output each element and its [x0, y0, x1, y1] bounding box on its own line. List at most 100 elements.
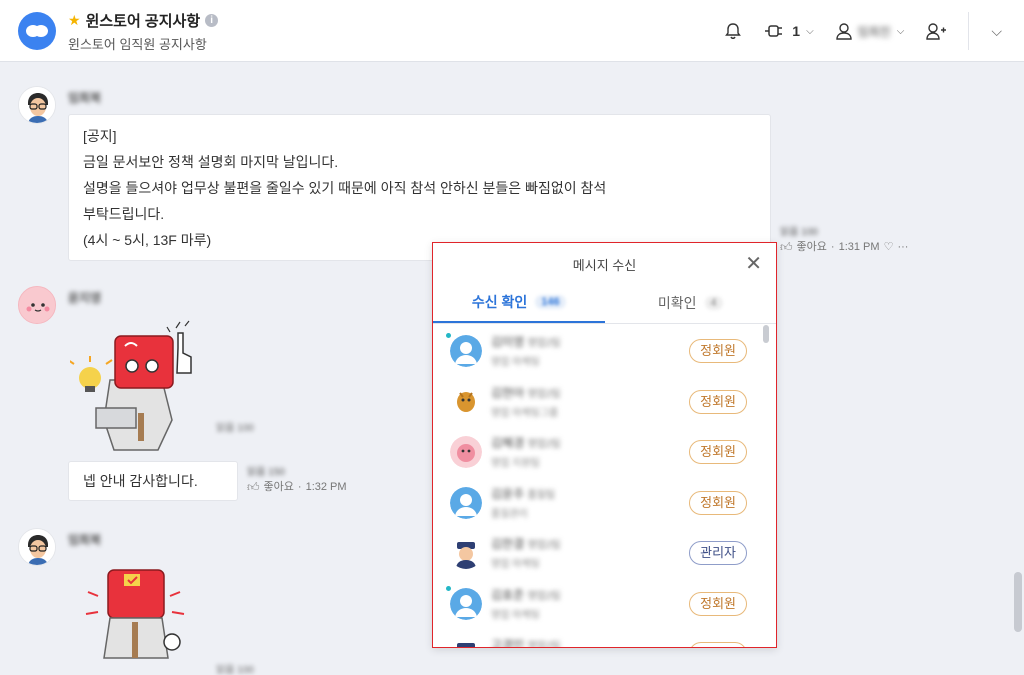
message-bubble[interactable]: [공지] 금일 문서보안 정책 설명회 마지막 날입니다. 설명을 들으셔야 업… — [68, 114, 771, 261]
chevron-down-icon: ⌵ — [896, 25, 905, 37]
member-avatar[interactable] — [450, 385, 482, 418]
member-subtitle: 영업 지원팀 — [491, 458, 540, 469]
room-subtitle: 윈스토어 임직원 공지사항 — [68, 37, 207, 52]
member-name: 김현아 영업2팀 — [491, 385, 561, 400]
member-row[interactable]: 김윤주 품질팀품질관리 정회원 — [433, 477, 776, 528]
bell-icon — [725, 23, 742, 40]
message-bubble[interactable]: 넵 안내 감사합니다. — [68, 461, 238, 501]
info-icon[interactable]: i — [205, 14, 219, 27]
online-dot — [446, 585, 451, 591]
sticker-read-count[interactable]: 읽음 100 — [216, 661, 254, 675]
chevron-down-icon: ⌵ — [806, 25, 814, 37]
message-receipt-popup: 메시지 수신 ✕ 수신 확인 146 미확인 4 김미영 영업2팀 영업 마케팅 정… — [432, 242, 777, 648]
notification-button[interactable] — [724, 22, 742, 40]
popup-scrollbar[interactable] — [763, 325, 769, 343]
header-divider — [968, 12, 970, 50]
thumbs-up-icon[interactable]: 👍︎ — [780, 240, 793, 255]
member-name: 김윤주 품질팀 — [491, 486, 556, 501]
member-subtitle: 영업 마케팅 — [491, 609, 540, 621]
role-badge: 정회원 — [689, 339, 747, 363]
member-row[interactable]: 고경민 영업2팀영업 마케팅정회원 — [433, 628, 776, 647]
sender-name: 임희북 — [68, 533, 102, 547]
member-row[interactable]: 김한결 영업2팀영업 마케팅 관리자 — [433, 527, 776, 578]
message-text: 넵 안내 감사합니다. — [83, 473, 198, 489]
sticker-red-character — [85, 569, 185, 659]
message-line: 설명을 들으셔야 업무상 불편을 줄일수 있기 때문에 아직 참석 안하신 분들… — [83, 180, 607, 196]
member-name: 김효준 영업2팀 — [491, 587, 561, 602]
role-badge: 관리자 — [689, 541, 747, 565]
role-badge: 정회원 — [689, 490, 747, 515]
member-subtitle: 영업 마케팅 — [491, 559, 540, 570]
sender-name: 임희북 — [68, 91, 102, 105]
member-row[interactable]: 김혜경 영업2팀영업 지원팀 정회원 — [433, 426, 776, 477]
more-menu-button[interactable]: ⌵ — [991, 23, 1002, 40]
message-line: 부탁드립니다. — [83, 206, 165, 222]
sticker-read-count[interactable]: 읽음 100 — [216, 419, 254, 434]
role-badge: 정회원 — [689, 440, 747, 464]
chevron-down-icon: ⌵ — [991, 22, 1002, 39]
tab-unread[interactable]: 미확인 4 — [605, 283, 777, 323]
member-row[interactable]: 김미영 영업2팀영업 마케팅 정회원 — [433, 325, 776, 376]
member-row[interactable]: 김현아 영업2팀영업 마케팅그룹 정회원 — [433, 376, 776, 427]
message-meta: 읽음 150 👍︎ 좋아요 · 1:32 PM — [247, 465, 347, 495]
heart-icon[interactable]: ♡ — [884, 240, 894, 255]
member-name: 김한결 영업2팀 — [491, 537, 561, 551]
room-title: 윈스토어 공지사항 — [85, 13, 201, 30]
avatar[interactable] — [18, 86, 56, 124]
role-badge: 정회원 — [689, 591, 747, 616]
message-time: 1:32 PM — [305, 481, 347, 493]
plug-icon — [765, 25, 783, 37]
role-badge: 정회원 — [689, 389, 747, 414]
more-icon[interactable]: ··· — [897, 240, 908, 255]
member-avatar[interactable] — [450, 537, 482, 569]
member-name: 김혜경 영업2팀 — [491, 436, 561, 450]
member-avatar[interactable] — [450, 587, 482, 620]
tab-label: 수신 확인 — [471, 294, 528, 310]
message-line: [공지] — [83, 128, 117, 144]
member-name: 김미영 영업2팀 — [491, 335, 561, 349]
member-avatar[interactable] — [450, 335, 482, 367]
tab-read[interactable]: 수신 확인 146 — [433, 283, 605, 323]
add-user-icon — [926, 23, 947, 40]
thumbs-up-icon[interactable]: 👍︎ — [247, 480, 260, 495]
chat-logo-icon — [18, 12, 56, 50]
member-subtitle: 영업 마케팅 — [491, 357, 540, 368]
like-label[interactable]: 좋아요 — [264, 480, 294, 495]
chat-header: ★ 윈스토어 공지사항 i 윈스토어 임직원 공지사항 1 ⌵ 임희진 ⌵ ⌵ — [0, 0, 1024, 62]
user-icon — [835, 23, 852, 40]
sticker-red-character — [70, 320, 192, 451]
message-line: 금일 문서보안 정책 설명회 마지막 날입니다. — [83, 154, 339, 170]
message-time: 1:31 PM — [838, 241, 880, 253]
star-icon[interactable]: ★ — [68, 12, 81, 29]
user-menu-button[interactable]: 임희진 ⌵ — [835, 22, 905, 40]
page-scrollbar[interactable] — [1014, 572, 1022, 632]
member-name: 고경민 영업2팀 — [491, 638, 561, 647]
member-avatar[interactable] — [450, 436, 482, 468]
title-row: ★ 윈스토어 공지사항 i — [68, 10, 219, 31]
user-name: 임희진 — [857, 24, 891, 39]
message-meta: 읽음 100 👍︎ 좋아요 · 1:31 PM ♡ ··· — [780, 225, 909, 255]
member-list: 김미영 영업2팀 영업 마케팅 정회원 김현아 영업2팀 영업 마케팅그룹 정회원 김혜경 … — [433, 325, 776, 647]
close-icon[interactable]: ✕ — [745, 251, 762, 276]
role-badge: 정회원 — [689, 642, 747, 647]
tab-count: 146 — [535, 295, 566, 309]
connection-count: 1 — [792, 23, 801, 39]
tab-label: 미확인 — [657, 295, 697, 311]
receipt-tabs: 수신 확인 146 미확인 4 — [433, 283, 776, 324]
member-subtitle: 품질관리 — [491, 508, 528, 520]
member-subtitle: 영업 마케팅그룹 — [491, 407, 559, 419]
read-count[interactable]: 읽음 150 — [247, 465, 347, 480]
sender-name: 윤지영 — [68, 291, 102, 305]
connection-button[interactable]: 1 ⌵ — [764, 23, 814, 39]
avatar[interactable] — [18, 528, 56, 566]
add-member-button[interactable] — [926, 22, 947, 40]
member-avatar[interactable] — [450, 486, 482, 519]
like-label[interactable]: 좋아요 — [797, 240, 827, 255]
avatar[interactable] — [18, 286, 56, 324]
read-count[interactable]: 읽음 100 — [780, 225, 908, 240]
header-actions: 1 ⌵ 임희진 ⌵ ⌵ — [724, 0, 1024, 62]
popup-title: 메시지 수신 — [572, 258, 637, 273]
online-dot — [446, 333, 451, 338]
member-row[interactable]: 김효준 영업2팀영업 마케팅 정회원 — [433, 578, 776, 629]
member-avatar[interactable] — [450, 638, 482, 647]
